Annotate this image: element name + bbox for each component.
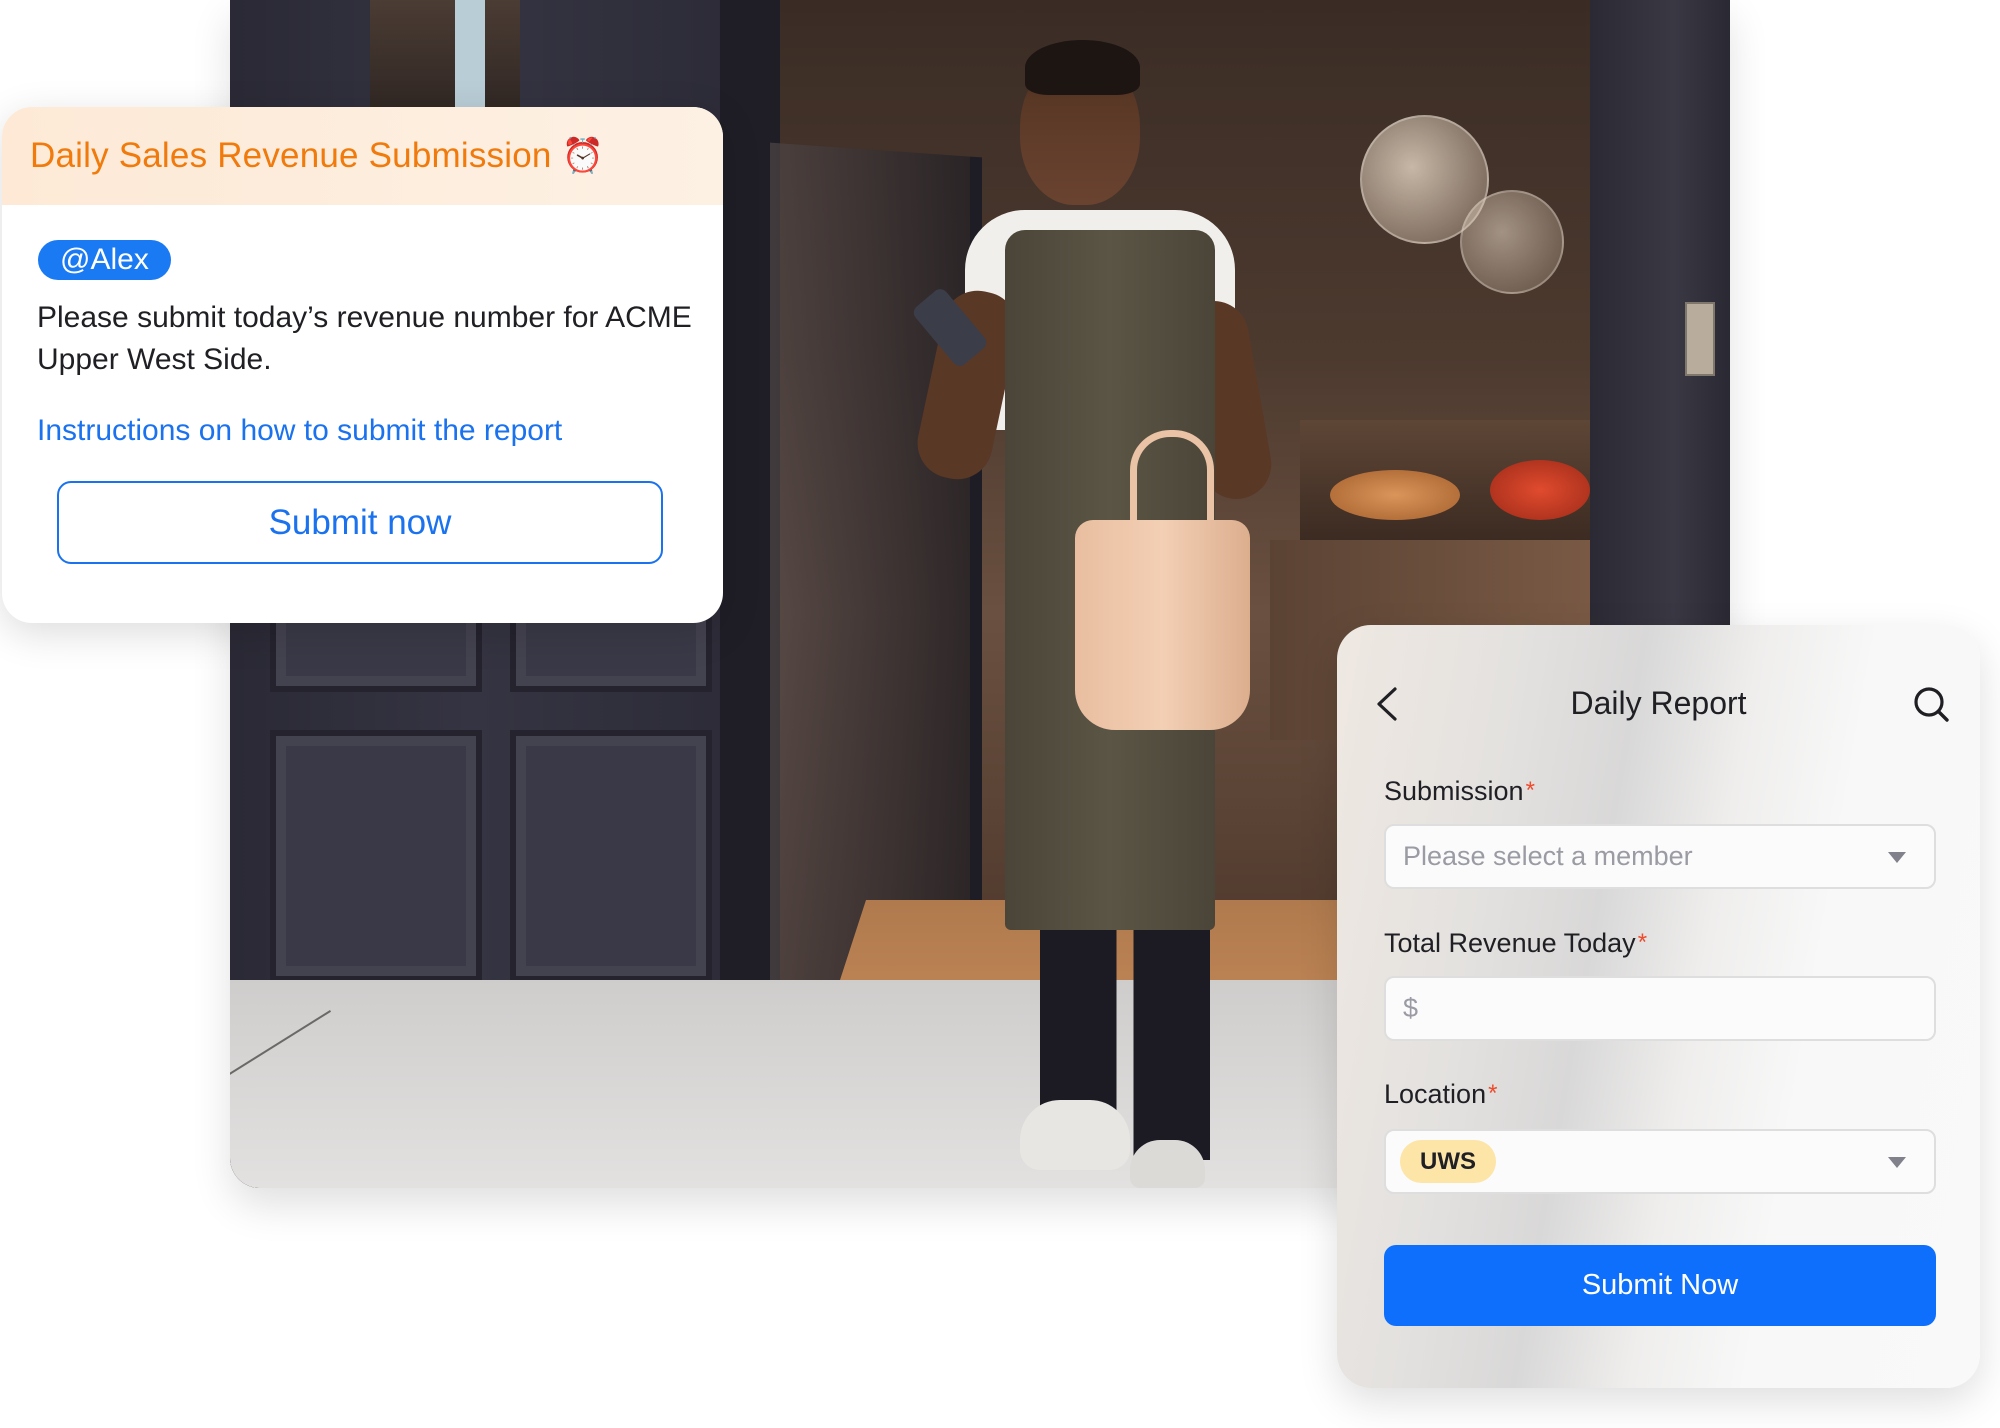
submission-label-text: Submission (1384, 776, 1524, 806)
revenue-label-text: Total Revenue Today (1384, 928, 1636, 958)
required-asterisk: * (1488, 1080, 1498, 1107)
search-icon[interactable] (1912, 685, 1950, 723)
revenue-reminder-card: Daily Sales Revenue Submission ⏰ @Alex P… (2, 107, 723, 623)
tote-bag (1075, 520, 1250, 730)
reminder-header: Daily Sales Revenue Submission ⏰ (2, 107, 723, 205)
door-glass (370, 0, 520, 120)
dropdown-caret-icon (1888, 852, 1906, 863)
location-chip: UWS (1400, 1140, 1496, 1183)
currency-prefix: $ (1403, 993, 1419, 1023)
window-sky (455, 0, 485, 120)
daily-report-form: Daily Report Submission* Please select a… (1337, 625, 1980, 1388)
door-panel (510, 730, 712, 982)
person-hair (1025, 40, 1140, 95)
location-label-text: Location (1384, 1079, 1487, 1109)
door-panel (270, 730, 482, 982)
mention-badge[interactable]: @Alex (38, 240, 171, 280)
reminder-message: Please submit today’s revenue number for… (37, 301, 692, 376)
pendant-lamp (1460, 190, 1564, 294)
person-shoe (1020, 1100, 1130, 1170)
glass-door (770, 142, 982, 1018)
dropdown-caret-icon (1888, 1157, 1906, 1168)
submission-placeholder: Please select a member (1403, 841, 1693, 871)
revenue-input[interactable]: $ (1384, 976, 1936, 1041)
location-label: Location* (1384, 1077, 1497, 1111)
submission-member-select[interactable]: Please select a member (1384, 824, 1936, 889)
person-shoe (1130, 1140, 1205, 1188)
form-submit-button[interactable]: Submit Now (1384, 1245, 1936, 1326)
instructions-link[interactable]: Instructions on how to submit the report (37, 411, 562, 451)
door-lock (1685, 302, 1715, 376)
submission-label: Submission* (1384, 774, 1535, 808)
required-asterisk: * (1525, 777, 1535, 804)
produce (1490, 460, 1590, 520)
form-title: Daily Report (1570, 685, 1747, 721)
alarm-clock-icon: ⏰ (561, 137, 604, 175)
submit-now-button[interactable]: Submit now (57, 481, 663, 564)
revenue-label: Total Revenue Today* (1384, 926, 1647, 960)
reminder-title: Daily Sales Revenue Submission (30, 136, 552, 175)
bread (1330, 470, 1460, 520)
required-asterisk: * (1637, 929, 1648, 956)
location-select[interactable]: UWS (1384, 1129, 1936, 1194)
